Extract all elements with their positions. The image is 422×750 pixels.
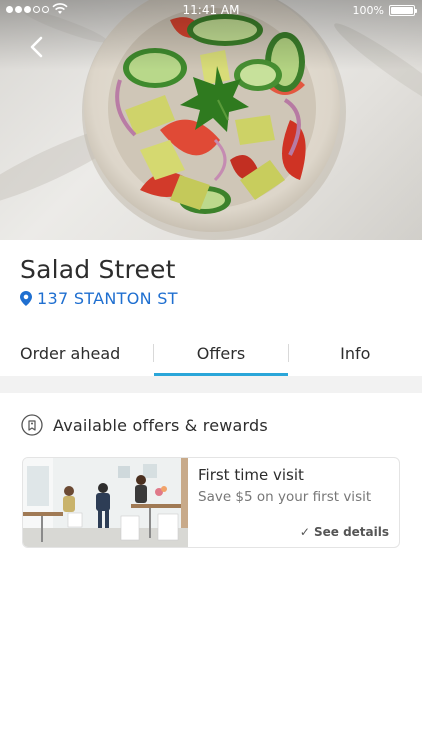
offers-section-title: Available offers & rewards [53,415,268,435]
restaurant-interior-photo [23,458,188,547]
restaurant-name: Salad Street [20,255,176,284]
battery-percentage: 100% [352,4,384,17]
check-icon: ✓ [299,525,310,539]
restaurant-address[interactable]: 137 STANTON ST [20,289,178,308]
section-divider [0,376,422,393]
offer-card[interactable]: First time visit Save $5 on your first v… [22,457,400,548]
tab-label: Order ahead [20,343,121,363]
offer-title: First time visit [198,466,304,484]
status-bar: 11:41 AM 100% [0,0,422,20]
chevron-left-icon[interactable] [24,34,50,60]
location-pin-icon [20,291,32,306]
tab-bar: Order ahead Offers Info [0,330,422,376]
see-details-label: See details [313,525,389,539]
reward-tag-icon [21,414,43,436]
see-details-link[interactable]: ✓ See details [300,525,389,539]
address-text: 137 STANTON ST [37,289,178,308]
offers-section-header: Available offers & rewards [21,414,268,436]
offer-description: Save $5 on your first visit [198,489,372,505]
tab-order-ahead[interactable]: Order ahead [0,330,153,376]
tab-label: Info [340,343,371,363]
battery-icon [389,5,417,16]
hero-image [0,0,422,240]
tab-offers[interactable]: Offers [154,330,288,376]
tab-info[interactable]: Info [289,330,422,376]
tab-label: Offers [196,343,246,363]
